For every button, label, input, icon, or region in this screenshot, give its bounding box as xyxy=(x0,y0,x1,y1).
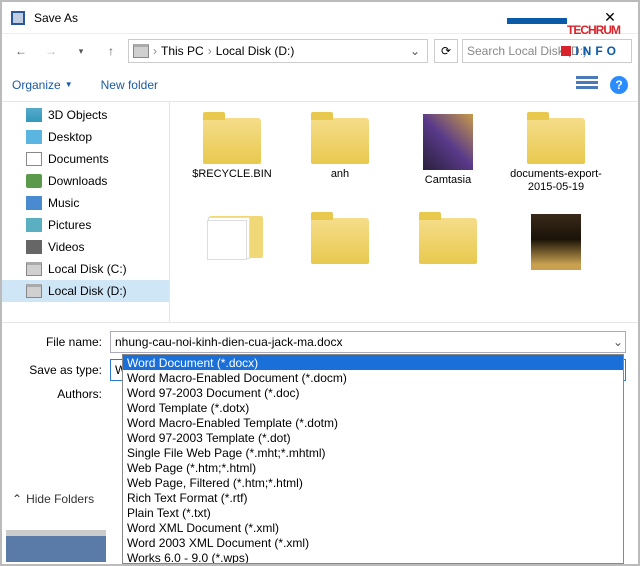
file-item[interactable]: anh xyxy=(286,112,394,212)
organize-button[interactable]: Organize ▼ xyxy=(12,78,73,92)
drive-icon xyxy=(133,44,149,58)
nav-forward-button[interactable]: → xyxy=(38,38,64,64)
tree-item-music[interactable]: Music xyxy=(2,192,169,214)
chevron-up-icon: ⌃ xyxy=(12,492,22,506)
filename-label: File name: xyxy=(14,335,110,349)
file-item[interactable]: Camtasia xyxy=(394,112,502,212)
breadcrumb-this-pc[interactable]: This PC xyxy=(161,44,204,58)
item-label: Camtasia xyxy=(423,174,473,187)
type-option[interactable]: Rich Text Format (*.rtf) xyxy=(123,490,623,505)
file-item[interactable] xyxy=(394,212,502,312)
tree-item-3d-objects[interactable]: 3D Objects xyxy=(2,104,169,126)
tree-item-downloads[interactable]: Downloads xyxy=(2,170,169,192)
vid-icon xyxy=(26,240,42,254)
type-option[interactable]: Works 6.0 - 9.0 (*.wps) xyxy=(123,550,623,564)
chevron-right-icon: › xyxy=(208,44,212,58)
search-placeholder: Search Local Disk (D:) xyxy=(467,44,587,58)
window-title: Save As xyxy=(34,11,590,25)
item-label: anh xyxy=(329,168,351,181)
app-icon xyxy=(10,10,26,26)
close-button[interactable]: ✕ xyxy=(590,3,630,33)
type-option[interactable]: Word Macro-Enabled Document (*.docm) xyxy=(123,370,623,385)
file-item[interactable] xyxy=(502,212,610,312)
folder-icon xyxy=(201,216,263,266)
folder-icon xyxy=(419,218,477,264)
drive-icon xyxy=(26,284,42,298)
filename-input[interactable]: nhung-cau-noi-kinh-dien-cua-jack-ma.docx… xyxy=(110,331,626,353)
type-option[interactable]: Word 97-2003 Template (*.dot) xyxy=(123,430,623,445)
address-dropdown-icon[interactable]: ⌄ xyxy=(407,44,423,58)
help-button[interactable]: ? xyxy=(610,76,628,94)
folder-icon xyxy=(311,218,369,264)
tree-item-documents[interactable]: Documents xyxy=(2,148,169,170)
item-label: $RECYCLE.BIN xyxy=(190,168,273,181)
type-option[interactable]: Word 97-2003 Document (*.doc) xyxy=(123,385,623,400)
folder-icon xyxy=(203,118,261,164)
authors-label: Authors: xyxy=(14,387,110,401)
tree-item-local-disk-d-[interactable]: Local Disk (D:) xyxy=(2,280,169,302)
refresh-button[interactable]: ⟳ xyxy=(434,39,458,63)
doc-icon xyxy=(26,152,42,166)
hide-folders-button[interactable]: ⌃ Hide Folders xyxy=(12,492,94,506)
file-item[interactable]: documents-export-2015-05-19 xyxy=(502,112,610,212)
obj-icon xyxy=(26,108,42,122)
background-decoration xyxy=(6,536,106,562)
navigation-tree: 3D ObjectsDesktopDocumentsDownloadsMusic… xyxy=(2,102,170,322)
type-option[interactable]: Word Template (*.dotx) xyxy=(123,400,623,415)
tree-item-desktop[interactable]: Desktop xyxy=(2,126,169,148)
file-list: $RECYCLE.BIN anh Camtasia documents-export-… xyxy=(170,102,638,322)
search-input[interactable]: Search Local Disk (D:) xyxy=(462,39,632,63)
new-folder-button[interactable]: New folder xyxy=(101,78,158,92)
tree-item-local-disk-c-[interactable]: Local Disk (C:) xyxy=(2,258,169,280)
type-option[interactable]: Word 2003 XML Document (*.xml) xyxy=(123,535,623,550)
thumbnail-icon xyxy=(423,114,473,170)
item-label: documents-export-2015-05-19 xyxy=(502,168,610,194)
nav-up-button[interactable]: ↑ xyxy=(98,38,124,64)
type-option[interactable]: Word XML Document (*.xml) xyxy=(123,520,623,535)
thumbnail-icon xyxy=(531,214,581,270)
chevron-right-icon: › xyxy=(153,44,157,58)
nav-back-button[interactable]: ← xyxy=(8,38,34,64)
file-item[interactable] xyxy=(178,212,286,312)
file-item[interactable] xyxy=(286,212,394,312)
save-as-type-label: Save as type: xyxy=(14,363,110,377)
type-option[interactable]: Single File Web Page (*.mht;*.mhtml) xyxy=(123,445,623,460)
view-options-button[interactable] xyxy=(576,76,598,94)
breadcrumb-local-disk-d[interactable]: Local Disk (D:) xyxy=(216,44,295,58)
folder-icon xyxy=(527,118,585,164)
address-bar[interactable]: › This PC › Local Disk (D:) ⌄ xyxy=(128,39,428,63)
desk-icon xyxy=(26,130,42,144)
type-option[interactable]: Plain Text (*.txt) xyxy=(123,505,623,520)
type-option[interactable]: Web Page, Filtered (*.htm;*.html) xyxy=(123,475,623,490)
file-item[interactable]: $RECYCLE.BIN xyxy=(178,112,286,212)
nav-recent-button[interactable]: ▾ xyxy=(68,38,94,64)
save-as-type-dropdown: Word Document (*.docx)Word Macro-Enabled… xyxy=(122,354,624,564)
folder-icon xyxy=(311,118,369,164)
down-icon xyxy=(26,174,42,188)
tree-item-pictures[interactable]: Pictures xyxy=(2,214,169,236)
type-option[interactable]: Word Macro-Enabled Template (*.dotm) xyxy=(123,415,623,430)
music-icon xyxy=(26,196,42,210)
drive-icon xyxy=(26,262,42,276)
tree-item-videos[interactable]: Videos xyxy=(2,236,169,258)
type-option[interactable]: Web Page (*.htm;*.html) xyxy=(123,460,623,475)
pic-icon xyxy=(26,218,42,232)
type-option[interactable]: Word Document (*.docx) xyxy=(123,355,623,370)
chevron-down-icon[interactable]: ⌄ xyxy=(613,335,623,349)
